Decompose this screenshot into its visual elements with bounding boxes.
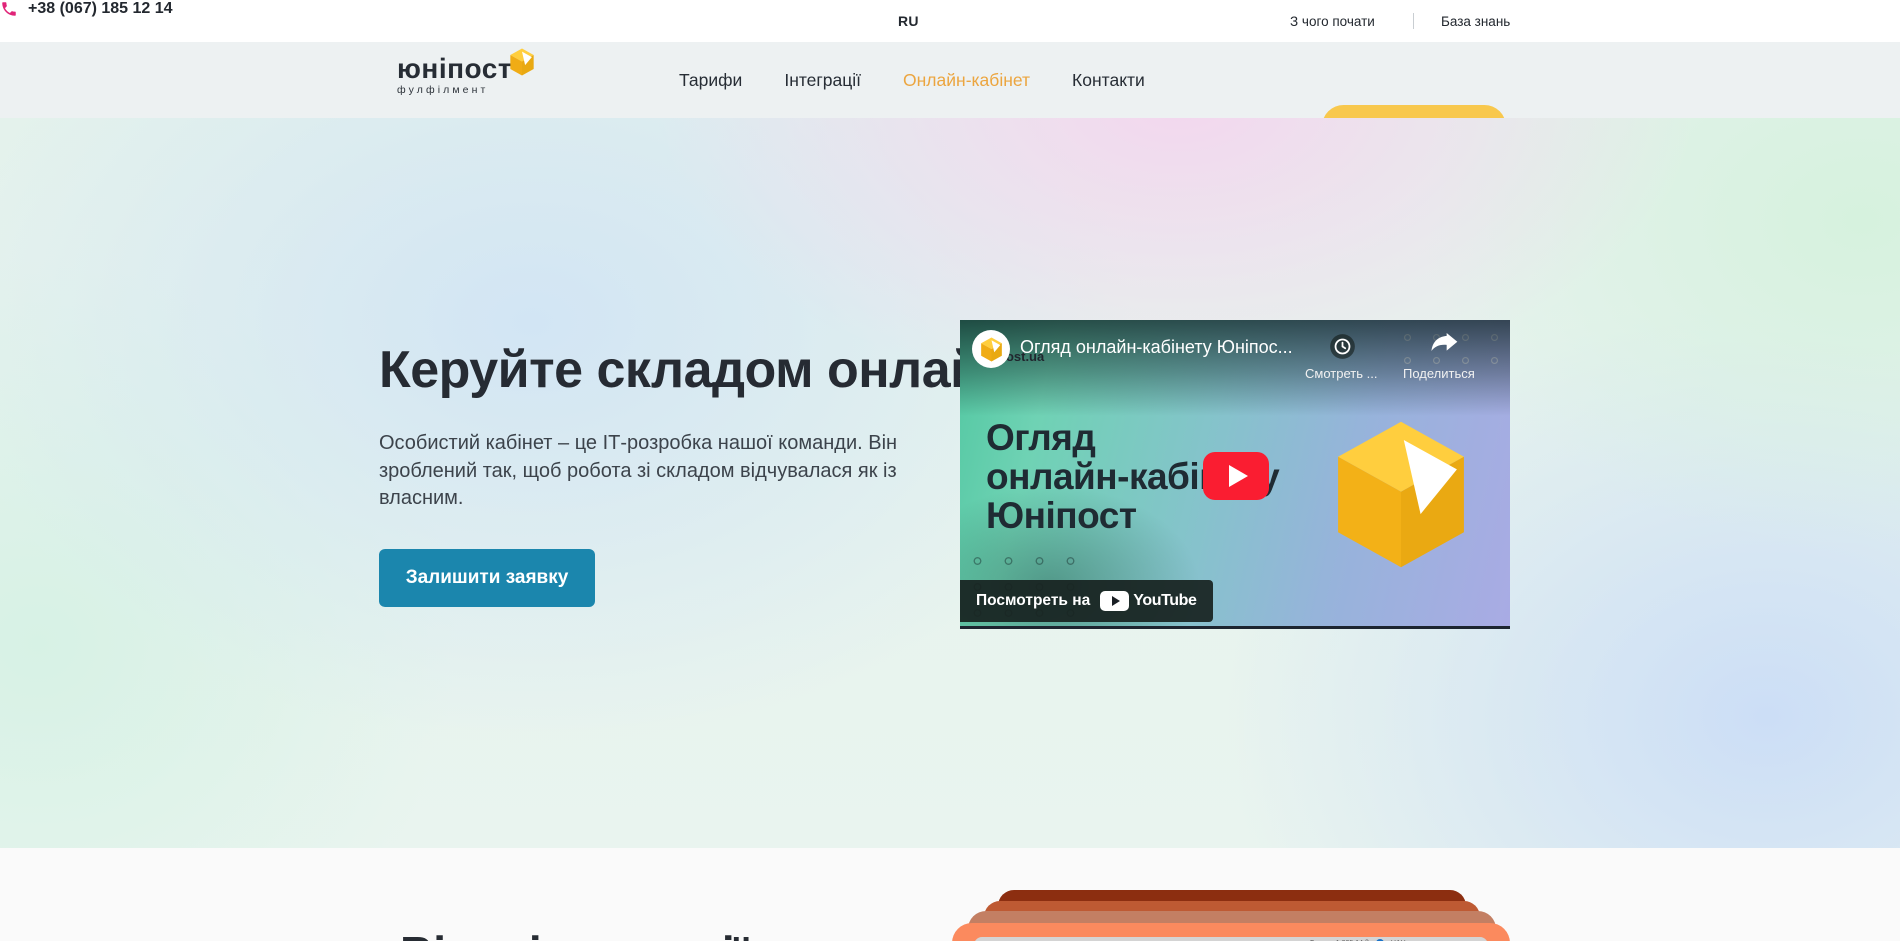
play-icon — [1229, 465, 1248, 487]
watch-later-label[interactable]: Смотреть ... — [1305, 366, 1377, 381]
page: RU +38 (067) 185 12 14 З чого почати Баз… — [0, 0, 1900, 941]
logo[interactable]: юніпост фулфілмент — [397, 55, 512, 96]
hero-title: Керуйте складом онлайн — [379, 340, 1013, 400]
watch-on-label: Посмотреть на — [976, 592, 1090, 610]
youtube-play-icon — [1100, 591, 1129, 611]
header: юніпост фулфілмент Тарифи Інтеграції Онл… — [0, 42, 1900, 118]
logo-cube-icon — [509, 48, 535, 76]
topbar-link-knowledge-base[interactable]: База знань — [1441, 14, 1510, 29]
phone-link[interactable]: +38 (067) 185 12 14 — [0, 0, 1900, 18]
play-button[interactable] — [1203, 452, 1269, 500]
cabinet-window-preview: Баланс 1 305,14 ₴ UAH — [974, 937, 1488, 941]
nav-item-tariffs[interactable]: Тарифи — [679, 70, 742, 91]
youtube-video-player[interactable]: Огляд онлайн-кабінету Юніпост post.ua Ог… — [960, 320, 1510, 629]
leave-request-button[interactable]: Залишити заявку — [379, 549, 595, 607]
video-title-link[interactable]: Огляд онлайн-кабінету Юніпос... — [1020, 337, 1340, 358]
unipost-cube-icon — [1331, 419, 1471, 570]
topbar: RU +38 (067) 185 12 14 З чого почати Баз… — [0, 0, 1900, 42]
topbar-divider — [1413, 13, 1414, 29]
nav-item-contacts[interactable]: Контакти — [1072, 70, 1145, 91]
channel-avatar[interactable] — [972, 330, 1010, 368]
watch-on-youtube-link[interactable]: Посмотреть на YouTube — [960, 580, 1213, 622]
logo-text: юніпост — [397, 55, 512, 83]
share-label[interactable]: Поделиться — [1403, 366, 1475, 381]
logo-subtitle: фулфілмент — [397, 84, 512, 96]
phone-icon — [0, 0, 18, 18]
section-heading-partial: Відеоінструкції — [400, 926, 748, 941]
phone-number: +38 (067) 185 12 14 — [28, 0, 173, 18]
nav-item-integrations[interactable]: Інтеграції — [784, 70, 861, 91]
share-icon[interactable] — [1428, 331, 1460, 355]
next-section: Відеоінструкції Баланс 1 305,14 ₴ UAH — [0, 848, 1900, 941]
youtube-logo: YouTube — [1100, 591, 1196, 611]
watch-later-icon[interactable] — [1329, 333, 1356, 360]
hero-description: Особистий кабінет – це ІТ-розробка нашої… — [379, 430, 945, 513]
nav-item-online-cabinet[interactable]: Онлайн-кабінет — [903, 70, 1030, 91]
main-nav: Тарифи Інтеграції Онлайн-кабінет Контакт… — [679, 42, 1145, 118]
topbar-link-start[interactable]: З чого почати — [1290, 14, 1375, 29]
hero-section — [0, 118, 1900, 848]
language-switcher[interactable]: RU — [898, 13, 919, 29]
